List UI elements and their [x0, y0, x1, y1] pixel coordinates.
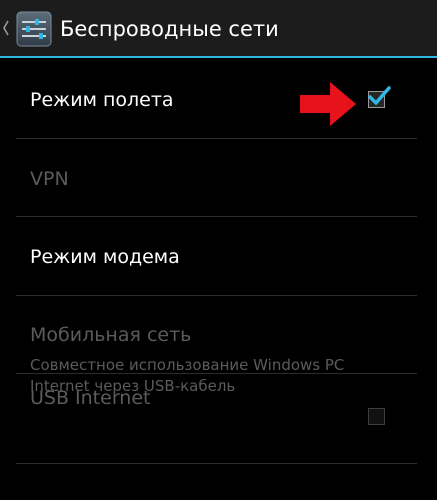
red-arrow-icon: [300, 82, 356, 126]
checkmark-icon: [368, 86, 391, 105]
page-title: Беспроводные сети: [60, 17, 279, 41]
list-item-title: VPN: [30, 168, 69, 190]
list-item-summary: Совместное использование Windows PC Inte…: [30, 356, 345, 395]
list-item-title: Мобильная сеть: [30, 324, 192, 346]
list-item-tethering[interactable]: Режим модема: [0, 217, 437, 295]
divider: [16, 463, 417, 464]
action-bar: Беспроводные сети: [0, 0, 437, 58]
up-button[interactable]: [0, 0, 58, 58]
airplane-mode-checkbox[interactable]: [368, 86, 391, 108]
chevron-left-icon: [3, 20, 9, 36]
list-item-vpn: VPN: [0, 139, 437, 216]
settings-sliders-icon: [16, 11, 52, 47]
list-item-title: Режим полета: [30, 89, 174, 111]
list-item-title: Режим модема: [30, 246, 180, 268]
usb-internet-checkbox: [368, 408, 385, 425]
